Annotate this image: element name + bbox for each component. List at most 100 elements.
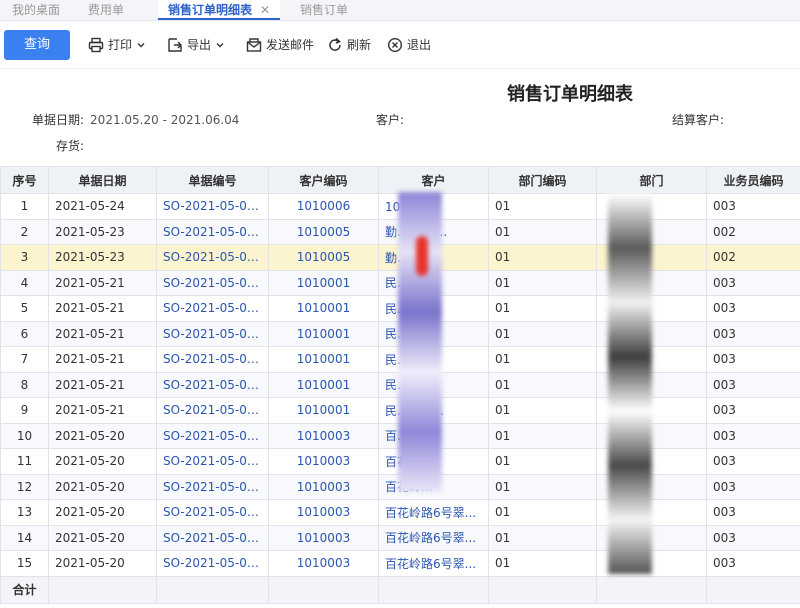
table-cell: 12 <box>0 473 49 500</box>
table-cell: SO-2021-05-0001 <box>156 397 269 424</box>
table-cell: 003 <box>706 193 800 220</box>
table-cell: 2021-05-21 <box>48 295 157 322</box>
table-cell: 01 <box>488 218 597 245</box>
table-cell: 01 <box>488 499 597 526</box>
report-title: 销售订单明细表 <box>507 84 633 105</box>
table-cell: 8 <box>0 371 49 398</box>
tab-bar: 我的桌面 费用单 销售订单明细表 ✕ 销售订单 <box>0 0 800 21</box>
table-cell <box>596 575 707 604</box>
table-cell: 01 <box>488 473 597 500</box>
table-cell: SO-2021-05-0002 <box>156 550 269 577</box>
table-cell: 1010001 <box>268 320 379 347</box>
exit-label: 退出 <box>407 38 432 52</box>
table-cell: SO-2021-05-0002 <box>156 524 269 551</box>
date-label: 单据日期: <box>32 113 85 127</box>
table-cell: 百花岭路6号翠... <box>378 550 489 577</box>
table-footer-row: 合计 <box>0 575 800 604</box>
table-cell <box>706 575 800 604</box>
toolbar: 查询 打印 导出 发送邮件 刷新 退出 <box>0 22 800 69</box>
table-cell: SO-2021-05-0001 <box>156 269 269 296</box>
table-cell: 1010001 <box>268 346 379 373</box>
chevron-down-icon <box>137 43 145 48</box>
export-button[interactable]: 导出 <box>167 36 225 54</box>
table-cell: 01 <box>488 397 597 424</box>
table-cell: 2021-05-20 <box>48 524 157 551</box>
table-cell: 2021-05-20 <box>48 448 157 475</box>
table-cell: 002 <box>706 244 800 271</box>
table-cell: 1 <box>0 193 49 220</box>
table-cell: 2021-05-21 <box>48 397 157 424</box>
send-mail-button[interactable]: 发送邮件 <box>246 36 314 54</box>
table-cell: 1010003 <box>268 448 379 475</box>
printer-icon <box>88 37 104 53</box>
table-cell: 003 <box>706 422 800 449</box>
table-cell: 003 <box>706 499 800 526</box>
table-cell: SO-2021-05-0004 <box>156 218 269 245</box>
table-cell: SO-2021-05-0002 <box>156 499 269 526</box>
table-cell: 1010003 <box>268 550 379 577</box>
refresh-button[interactable]: 刷新 <box>327 36 371 54</box>
close-icon[interactable]: ✕ <box>260 3 270 17</box>
tab-label: 销售订单 <box>300 3 349 17</box>
export-label: 导出 <box>187 38 212 52</box>
print-button[interactable]: 打印 <box>88 36 146 54</box>
table-cell <box>268 575 379 604</box>
column-header[interactable]: 客户 <box>378 166 489 194</box>
table-cell: 1010006 <box>268 193 379 220</box>
table-cell: 3 <box>0 244 49 271</box>
tab-sales-order-detail[interactable]: 销售订单明细表 ✕ <box>158 0 281 20</box>
query-button[interactable]: 查询 <box>4 30 70 60</box>
column-header[interactable]: 业务员编码 <box>706 166 800 194</box>
table-cell: 01 <box>488 448 597 475</box>
tab-label: 销售订单明细表 <box>168 3 253 17</box>
mail-icon <box>246 38 262 52</box>
tab-expense[interactable]: 费用单 <box>88 0 124 20</box>
tab-desktop[interactable]: 我的桌面 <box>12 0 60 20</box>
table-row[interactable]: 15 2021-05-20 SO-2021-05-0002 1010003 百花岭路6号… <box>0 550 800 577</box>
table-cell: 2021-05-21 <box>48 346 157 373</box>
total-label: 合计 <box>0 575 49 604</box>
table-cell <box>378 575 489 604</box>
settle-customer-filter-label: 结算客户: <box>672 113 725 127</box>
column-header[interactable]: 部门 <box>596 166 707 194</box>
date-value: 2021.05.20 - 2021.06.04 <box>90 113 240 127</box>
table-cell: 2021-05-20 <box>48 550 157 577</box>
table-cell: SO-2021-05-0002 <box>156 448 269 475</box>
table-header-row: 序号 单据日期 单据编号 客户编码 客户 部门编码 部门 业务员编码 <box>0 166 800 194</box>
table-cell: 2021-05-21 <box>48 371 157 398</box>
table-cell: 14 <box>0 524 49 551</box>
table-cell: 003 <box>706 320 800 347</box>
table-cell: 2021-05-21 <box>48 269 157 296</box>
table-row[interactable]: 13 2021-05-20 SO-2021-05-0002 1010003 百花岭路6号… <box>0 499 800 526</box>
table-cell: 1010001 <box>268 269 379 296</box>
table-cell: 2021-05-24 <box>48 193 157 220</box>
table-cell: 003 <box>706 346 800 373</box>
table-cell: 01 <box>488 550 597 577</box>
tab-sales-order[interactable]: 销售订单 <box>300 0 348 20</box>
export-icon <box>168 38 182 52</box>
table-cell: 5 <box>0 295 49 322</box>
table-cell: 003 <box>706 448 800 475</box>
table-cell: 4 <box>0 269 49 296</box>
column-header[interactable]: 单据日期 <box>48 166 157 194</box>
column-header[interactable]: 单据编号 <box>156 166 269 194</box>
redaction-patch <box>608 194 652 574</box>
table-cell <box>48 575 157 604</box>
table-row[interactable]: 14 2021-05-20 SO-2021-05-0002 1010003 百花岭路6号… <box>0 524 800 551</box>
table-cell: 1010005 <box>268 218 379 245</box>
table-cell: 01 <box>488 193 597 220</box>
exit-button[interactable]: 退出 <box>387 36 431 54</box>
table-cell: 003 <box>706 371 800 398</box>
table-cell <box>156 575 269 604</box>
table-cell: 01 <box>488 269 597 296</box>
table-cell: 2021-05-23 <box>48 244 157 271</box>
tab-label: 费用单 <box>88 3 125 17</box>
table-cell: 百花岭路6号翠... <box>378 524 489 551</box>
table-cell: SO-2021-05-0002 <box>156 473 269 500</box>
column-header[interactable]: 客户编码 <box>268 166 379 194</box>
table-cell: 003 <box>706 473 800 500</box>
column-header[interactable]: 部门编码 <box>488 166 597 194</box>
table-cell: 002 <box>706 218 800 245</box>
column-header[interactable]: 序号 <box>0 166 49 194</box>
table-cell: 13 <box>0 499 49 526</box>
